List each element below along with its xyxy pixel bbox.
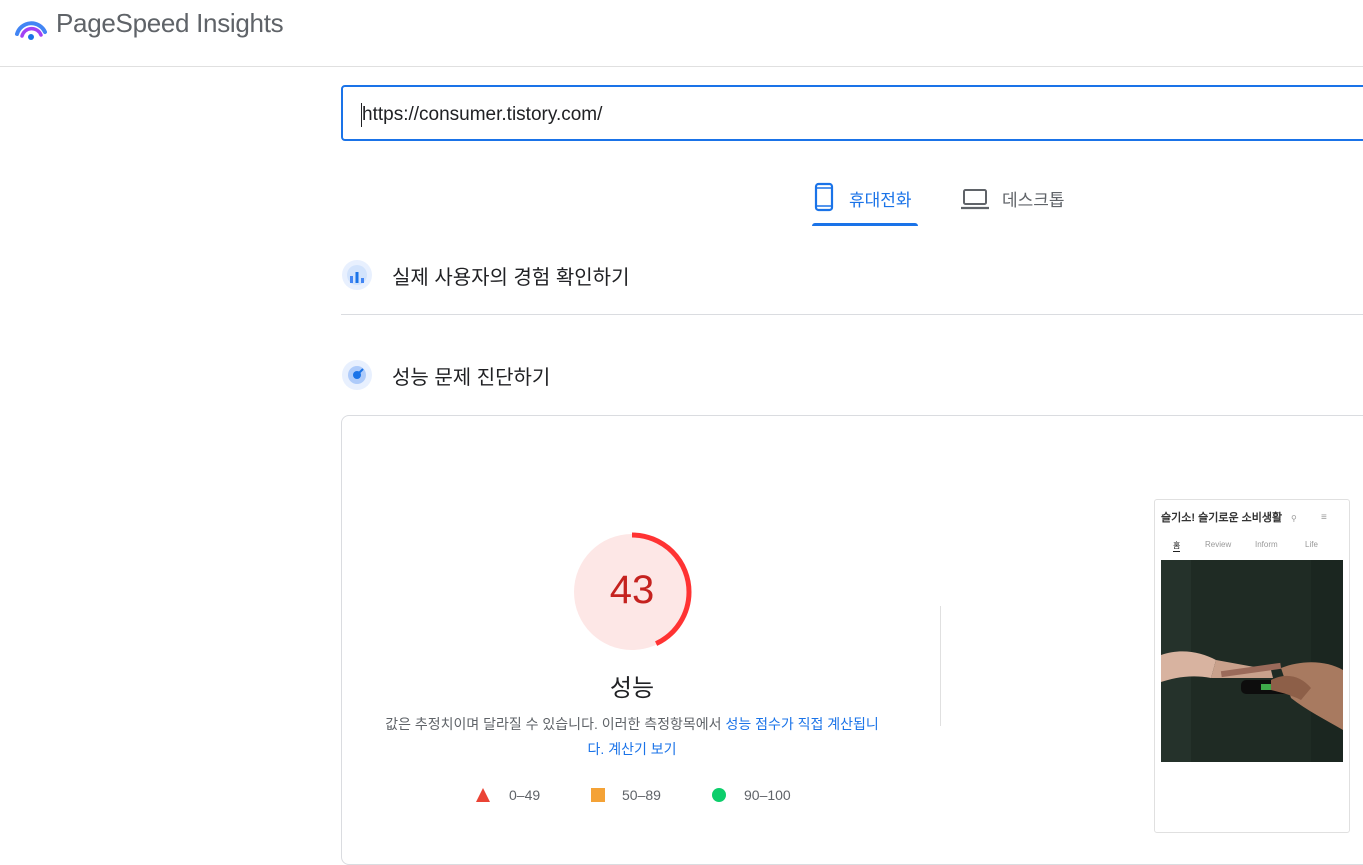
screenshot-nav-item: Inform (1255, 540, 1278, 549)
calculator-link[interactable]: 계산기 보기 (608, 741, 676, 757)
score-description: 값은 추정치이며 달라질 수 있습니다. 이러한 측정항목에서 성능 점수가 직… (378, 712, 886, 762)
tab-mobile[interactable]: 휴대전화 (812, 180, 918, 226)
app-header: PageSpeed Insights (0, 0, 1363, 67)
screenshot-site-title: 슬기소! 슬기로운 소비생활 (1161, 512, 1283, 524)
field-data-title: 실제 사용자의 경험 확인하기 (392, 267, 630, 289)
orange-square-icon (591, 788, 605, 802)
pagespeed-logo-icon[interactable] (14, 8, 48, 42)
screenshot-search-icon: ⚲ (1291, 514, 1297, 523)
legend-label-pass: 90–100 (744, 787, 791, 803)
card-divider (940, 606, 941, 726)
screenshot-menu-icon: ≡ (1321, 512, 1327, 523)
tab-desktop[interactable]: 데스크톱 (960, 180, 1080, 226)
description-text: 값은 추정치이며 달라질 수 있습니다. 이러한 측정항목에서 (385, 716, 726, 732)
legend-label-average: 50–89 (622, 787, 661, 803)
app-title[interactable]: PageSpeed Insights (56, 8, 284, 39)
diagnose-section: 성능 문제 진단하기 (341, 356, 1363, 396)
screenshot-hero-image (1161, 560, 1343, 762)
legend-label-fail: 0–49 (509, 787, 541, 803)
diagnose-title: 성능 문제 진단하기 (392, 367, 551, 389)
screenshot-nav-item: Review (1205, 540, 1232, 549)
users-chart-icon (342, 260, 372, 290)
green-circle-icon (712, 788, 726, 802)
screenshot-nav-item: 홈 (1173, 541, 1181, 552)
url-input-value[interactable]: https://consumer.tistory.com/ (362, 104, 602, 126)
laptop-icon (961, 189, 989, 210)
url-input[interactable]: https://consumer.tistory.com/ (341, 85, 1363, 141)
page-screenshot: 슬기소! 슬기로운 소비생활 ⚲ ≡ 홈 Review Inform Life (1154, 499, 1350, 833)
tab-mobile-label: 휴대전화 (849, 191, 912, 210)
performance-label: 성능 (609, 675, 655, 702)
smartphone-icon (814, 182, 834, 212)
performance-score: 43 (609, 568, 655, 612)
red-triangle-icon (476, 788, 490, 802)
speed-diagnose-icon (342, 360, 372, 390)
tab-desktop-label: 데스크톱 (1002, 191, 1065, 210)
performance-card: 43 성능 값은 추정치이며 달라질 수 있습니다. 이러한 측정항목에서 성능… (341, 415, 1363, 865)
field-data-section: 실제 사용자의 경험 확인하기 (341, 256, 1363, 315)
active-tab-indicator (812, 223, 918, 226)
screenshot-nav-item: Life (1305, 540, 1318, 549)
